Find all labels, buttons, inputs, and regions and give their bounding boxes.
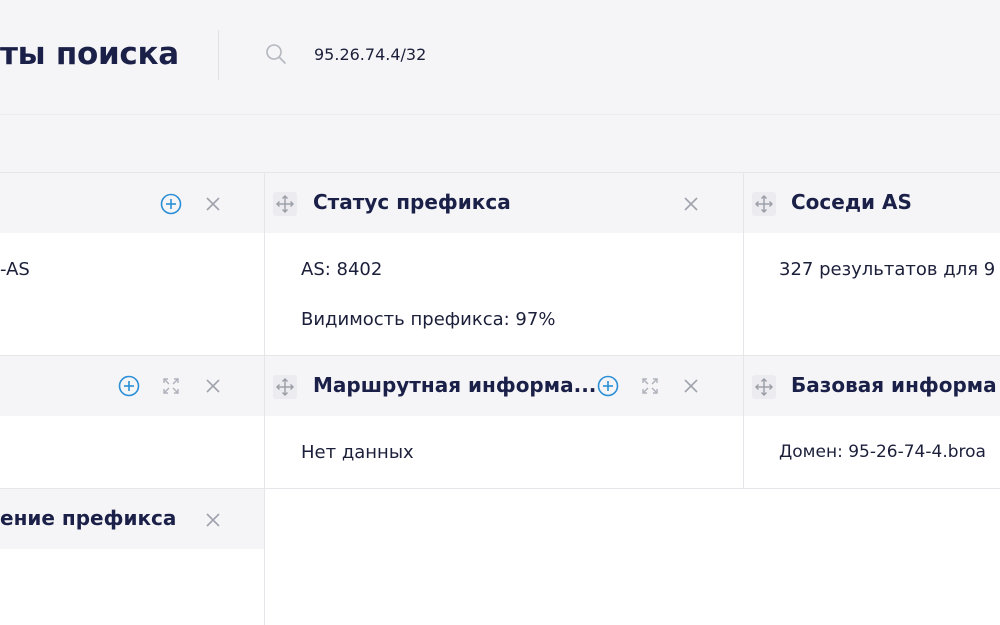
widget-title: Статус префикса bbox=[313, 190, 511, 214]
widget-title: Маршрутная информа... bbox=[313, 373, 595, 397]
plus-circle-icon[interactable] bbox=[160, 193, 182, 215]
widget-prefix-row3: ение префикса bbox=[0, 489, 264, 625]
plus-circle-icon[interactable] bbox=[597, 375, 619, 397]
widget-body-text: -AS bbox=[0, 259, 30, 280]
close-icon[interactable] bbox=[202, 193, 224, 215]
move-icon[interactable] bbox=[752, 375, 776, 399]
close-icon[interactable] bbox=[680, 193, 702, 215]
close-icon[interactable] bbox=[202, 375, 224, 397]
widget-as-info: -AS bbox=[0, 173, 264, 355]
widget-header: Соседи AS bbox=[744, 173, 1000, 233]
widget-basic-info: Базовая информа Домен: 95-26-74-4.broa bbox=[744, 356, 1000, 488]
close-icon[interactable] bbox=[202, 509, 224, 531]
widget-left-row2 bbox=[0, 356, 264, 488]
grid-divider bbox=[0, 172, 1000, 173]
empty-area bbox=[265, 489, 1000, 625]
widget-header bbox=[0, 173, 264, 233]
grid-divider bbox=[0, 355, 1000, 356]
grid-divider bbox=[743, 173, 744, 489]
widget-header: Статус префикса bbox=[265, 173, 743, 233]
move-icon[interactable] bbox=[273, 375, 297, 399]
widget-header: Маршрутная информа... bbox=[265, 356, 743, 416]
grid-divider bbox=[0, 488, 1000, 489]
grid-divider bbox=[264, 173, 265, 625]
header-divider bbox=[218, 30, 219, 80]
widget-header bbox=[0, 356, 264, 416]
expand-icon[interactable] bbox=[639, 375, 661, 397]
move-icon[interactable] bbox=[752, 192, 776, 216]
page-header: ты поиска 95.26.74.4/32 bbox=[0, 0, 1000, 115]
routing-info-empty: Нет данных bbox=[301, 442, 414, 463]
widget-as-neighbors: Соседи AS 327 результатов для 9 bbox=[744, 173, 1000, 355]
widget-title: Базовая информа bbox=[791, 373, 997, 397]
domain-value: Домен: 95-26-74-4.broa bbox=[779, 442, 986, 462]
widget-title: ение префикса bbox=[0, 506, 177, 530]
plus-circle-icon[interactable] bbox=[118, 375, 140, 397]
search-input[interactable]: 95.26.74.4/32 bbox=[314, 45, 426, 64]
widget-title: Соседи AS bbox=[791, 190, 912, 214]
prefix-as-value: AS: 8402 bbox=[301, 259, 383, 280]
widget-header: ение префикса bbox=[0, 489, 264, 549]
move-icon[interactable] bbox=[273, 192, 297, 216]
prefix-visibility-value: Видимость префикса: 97% bbox=[301, 309, 556, 330]
close-icon[interactable] bbox=[680, 375, 702, 397]
widget-prefix-status: Статус префикса AS: 8402 Видимость префи… bbox=[265, 173, 743, 355]
widget-header: Базовая информа bbox=[744, 356, 1000, 416]
search-icon[interactable] bbox=[264, 42, 288, 66]
expand-icon[interactable] bbox=[160, 375, 182, 397]
page-title: ты поиска bbox=[0, 36, 179, 72]
neighbors-result-text: 327 результатов для 9 bbox=[779, 259, 996, 280]
widget-routing-info: Маршрутная информа... Нет данных bbox=[265, 356, 743, 488]
